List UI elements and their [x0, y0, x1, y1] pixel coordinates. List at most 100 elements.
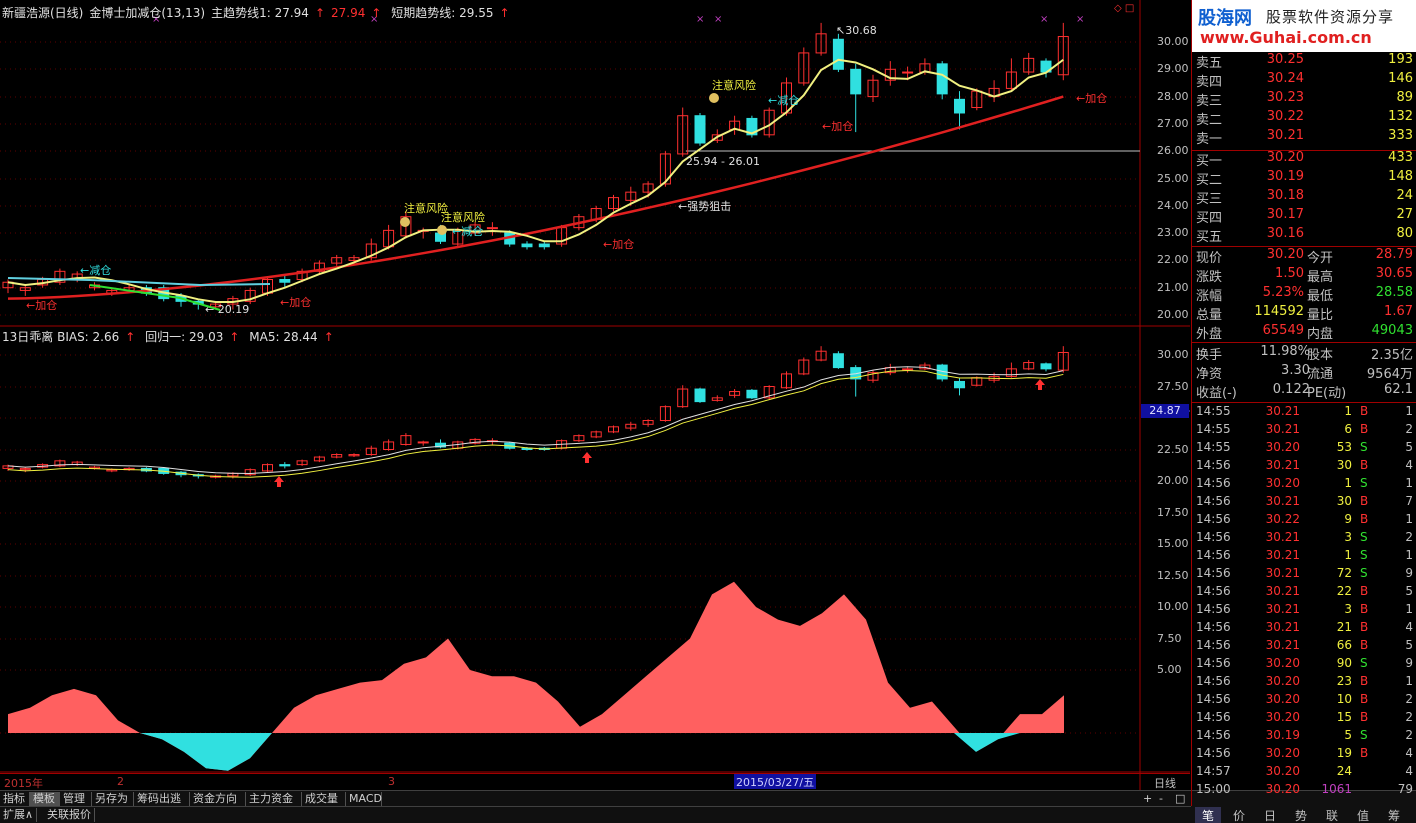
candle-body [694, 115, 706, 144]
risk-label: 注意风险 [712, 79, 756, 92]
zoom-in-button[interactable]: + [1140, 792, 1155, 806]
tick-volume: 30 [1336, 494, 1352, 508]
tick-count: 7 [1405, 494, 1413, 508]
stock-title: 新疆浩源(日线) [2, 6, 84, 20]
tab-5[interactable]: 资金方向 [190, 792, 246, 806]
candle-body [954, 98, 965, 114]
tick-row: 14:56 30.20 1 S 1 [1192, 476, 1416, 494]
main-trend-value: 主趋势线1: 27.94 [211, 6, 309, 20]
add-label: ←加仓 [822, 120, 854, 133]
panel-tab[interactable]: 笔 [1195, 807, 1221, 823]
tick-row: 14:56 30.21 3 B 1 [1192, 602, 1416, 620]
tick-time: 14:56 [1196, 674, 1231, 688]
stat-label: 涨跌 [1196, 270, 1223, 285]
bid-volume: 27 [1396, 207, 1413, 222]
bias-value: 13日乖离 BIAS: 2.66 [2, 330, 120, 344]
window-controls-icon[interactable]: ◇ □ [1114, 3, 1134, 14]
sub-candle-body [954, 380, 965, 389]
short-trend-line [7, 58, 1064, 304]
tick-price: 30.20 [1265, 656, 1300, 670]
tab-7[interactable]: 成交量 [302, 792, 346, 806]
tick-count: 1 [1405, 512, 1413, 526]
tick-volume: 53 [1336, 440, 1352, 454]
tick-count: 1 [1405, 476, 1413, 490]
sub-tick-label: 5.00 [1157, 663, 1182, 676]
ask-label: 卖三 [1196, 94, 1223, 109]
ask-row: 卖三 30.23 89 [1192, 90, 1416, 109]
tick-time: 14:56 [1196, 620, 1231, 634]
ask-price: 30.24 [1266, 71, 1304, 86]
panel-tab[interactable]: 势 [1288, 807, 1314, 823]
tick-volume: 3 [1344, 602, 1352, 616]
tick-count: 1 [1405, 674, 1413, 688]
selected-date: 2015/03/27/五 [734, 774, 817, 789]
tick-price: 30.21 [1265, 404, 1300, 418]
tick-time: 14:55 [1196, 404, 1231, 418]
tick-side: S [1360, 440, 1368, 454]
tick-count: 1 [1405, 404, 1413, 418]
chart-area[interactable]: × × × × × × 新疆浩源(日线) 金博士加减仓(13,13) 主趋势线1: 27.94… [0, 0, 1190, 790]
logo-slogan: 股票软件资源分享 [1266, 8, 1395, 26]
panel-tab[interactable]: 筹 [1381, 807, 1407, 823]
reduce-label: ←减仓 [768, 94, 800, 107]
ask-volume: 146 [1388, 71, 1413, 86]
tick-volume: 5 [1344, 728, 1352, 742]
stat-value: 3.30 [1281, 363, 1310, 378]
tick-count: 4 [1405, 458, 1413, 472]
zoom-out-button[interactable]: - [1156, 792, 1166, 806]
kline-chart[interactable]: × × × × × × [0, 0, 1190, 790]
tick-count: 5 [1405, 440, 1413, 454]
bid-label: 买四 [1196, 211, 1223, 226]
tick-time: 14:56 [1196, 692, 1231, 706]
panel-tab[interactable]: 价 [1226, 807, 1252, 823]
tick-row: 14:55 30.21 1 B 1 [1192, 404, 1416, 422]
tab-0[interactable]: 指标 [0, 792, 30, 806]
sub-candle-body [902, 368, 914, 371]
divider [1192, 342, 1416, 343]
tick-volume: 24 [1336, 764, 1352, 778]
up-arrow-icon: ↑ [323, 330, 334, 344]
tick-side: S [1360, 656, 1368, 670]
tick-time: 14:56 [1196, 548, 1231, 562]
panel-tab[interactable]: 值 [1350, 807, 1376, 823]
tab-4[interactable]: 筹码出逃 [134, 792, 190, 806]
stat-row: 现价 30.20 今开 28.79 [1192, 247, 1416, 266]
tick-count: 1 [1405, 602, 1413, 616]
tab-2[interactable]: 管理 [60, 792, 92, 806]
tick-row: 14:55 30.20 53 S 5 [1192, 440, 1416, 458]
tab-1[interactable]: 模板 [30, 792, 60, 806]
related-quote-tab[interactable]: 关联报价 [44, 808, 95, 822]
sub-tick-label: 10.00 [1157, 600, 1189, 613]
period-label[interactable]: 日线 [1154, 775, 1176, 791]
sub-tick-label: 22.50 [1157, 443, 1189, 456]
sub-candle-body [279, 464, 291, 467]
high-annotation: ↖30.68 [836, 24, 877, 37]
stat-value: 1.50 [1275, 266, 1304, 281]
stat-value: 2.35亿 [1371, 348, 1413, 363]
stat-value: 5.23% [1262, 285, 1304, 300]
tab-6[interactable]: 主力资金 [246, 792, 302, 806]
tick-price: 30.21 [1265, 530, 1300, 544]
tick-time: 14:55 [1196, 422, 1231, 436]
money-bag-icon [400, 217, 410, 227]
candle-body [902, 71, 914, 74]
tab-3[interactable]: 另存为 [92, 792, 134, 806]
tick-time: 14:56 [1196, 476, 1231, 490]
panel-tab[interactable]: 联 [1319, 807, 1345, 823]
tab-8[interactable]: MACD [346, 792, 382, 806]
bid-label: 买五 [1196, 230, 1223, 245]
low-annotation: ← 20.19 [205, 303, 250, 316]
tick-volume: 21 [1336, 620, 1352, 634]
price-tick-label: 30.00 [1157, 35, 1189, 48]
tick-count: 1 [1405, 548, 1413, 562]
window-toggle-button[interactable]: □ [1172, 792, 1188, 806]
tick-count: 2 [1405, 422, 1413, 436]
expand-button[interactable]: 扩展∧ [0, 808, 38, 822]
up-signal-icon [274, 476, 284, 487]
tick-count: 5 [1405, 638, 1413, 652]
date-bar: 2015年 2 3 2015/03/27/五 日线 [0, 773, 1190, 791]
sub-candle-body [1040, 363, 1052, 370]
tick-row: 14:56 30.21 72 S 9 [1192, 566, 1416, 584]
up-arrow-icon: ↑ [499, 6, 510, 20]
panel-tab[interactable]: 日 [1257, 807, 1283, 823]
